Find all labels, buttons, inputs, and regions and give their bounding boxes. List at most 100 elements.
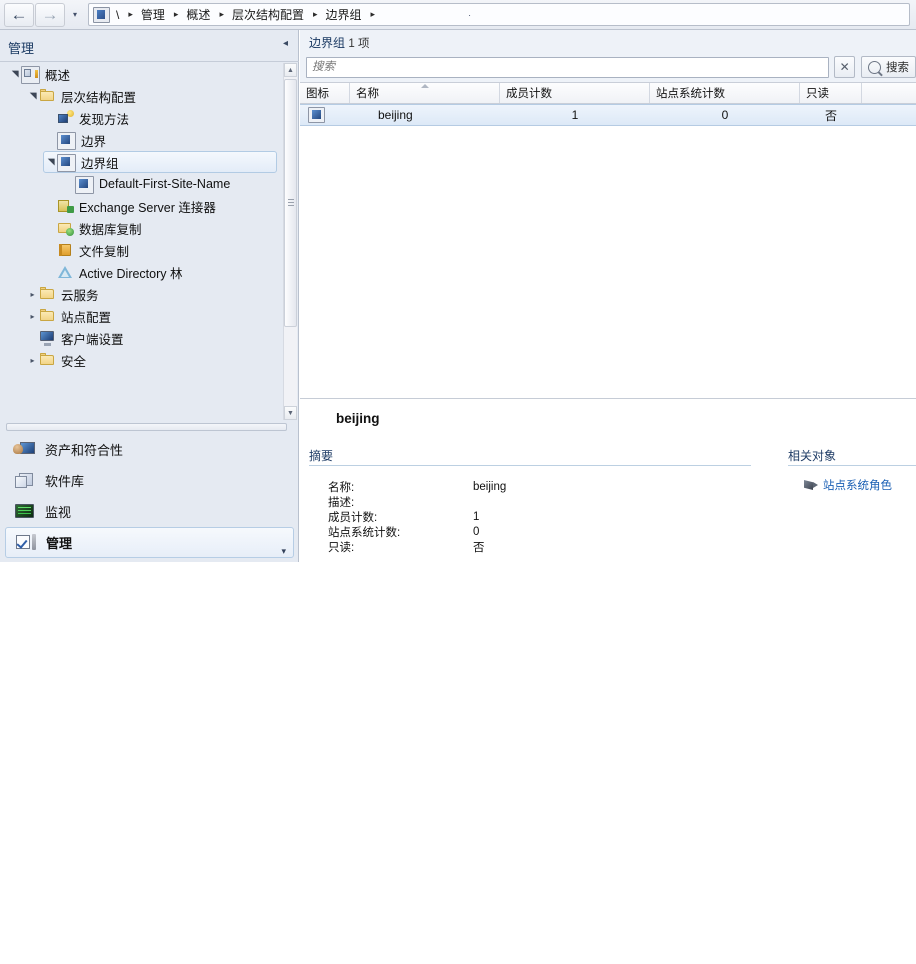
file-replication-icon: [57, 242, 74, 258]
breadcrumb-item-4[interactable]: 边界组: [325, 6, 363, 23]
tree-item-2[interactable]: 发现方法: [44, 107, 285, 129]
workspace-item-1[interactable]: 软件库: [5, 465, 294, 496]
clear-search-button[interactable]: ✕: [834, 56, 855, 78]
boundary-icon: [75, 175, 94, 194]
software-library-icon: [13, 470, 37, 492]
scroll-up-button[interactable]: ▲: [284, 63, 297, 77]
tree-item-0[interactable]: ◢ 概述: [8, 63, 285, 85]
table-cell-icon: [300, 105, 350, 125]
chevron-right-icon[interactable]: ▸: [26, 349, 39, 371]
table-column-header-0[interactable]: 图标: [300, 83, 350, 103]
table-column-header-3[interactable]: 站点系统计数: [650, 83, 800, 103]
ad-forest-icon: [57, 264, 74, 280]
workspace-item-0[interactable]: 资产和符合性: [5, 434, 294, 465]
breadcrumb[interactable]: \ ▸ 管理 ▸ 概述 ▸ 层次结构配置 ▸ 边界组 ▸ ·: [88, 3, 910, 26]
sort-ascending-icon: [420, 84, 429, 88]
table-row[interactable]: beijing 1 0 否: [300, 104, 916, 126]
boundary-group-icon: [57, 153, 76, 172]
tree-item-label: 站点配置: [61, 310, 112, 325]
tree-item-label: 概述: [45, 68, 71, 83]
site-system-role-icon: [804, 479, 818, 491]
search-input[interactable]: [306, 56, 830, 78]
tree-item-10[interactable]: ▸ 云服务: [26, 283, 285, 305]
tree-expander-placeholder: [44, 217, 57, 239]
scroll-down-button[interactable]: ▼: [284, 406, 297, 420]
breadcrumb-separator-4[interactable]: ▸: [371, 10, 376, 19]
tree-expander-placeholder: [26, 327, 39, 349]
list-title: 边界组 1 项: [309, 34, 369, 51]
search-button-label: 搜索: [886, 62, 909, 74]
boundary-group-icon: [308, 107, 325, 123]
chevron-right-icon[interactable]: ▸: [26, 305, 39, 327]
tree-expander-placeholder: [44, 129, 57, 151]
discovery-icon: [57, 110, 74, 126]
boundary-icon: [57, 131, 76, 150]
sidebar: 管理 ◂ ◢ 概述 ◢ 层次结构配置 发现方法边界 ◢ 边界组 Default-First-S…: [0, 30, 299, 562]
search-button[interactable]: 搜索: [861, 56, 916, 78]
tree-item-7[interactable]: 数据库复制: [44, 217, 285, 239]
breadcrumb-item-1[interactable]: 管理: [140, 6, 166, 23]
sidebar-title: 管理: [8, 41, 35, 56]
detail-field-row: 成员计数: 1: [328, 509, 506, 524]
overview-icon: [21, 65, 40, 84]
chevron-right-icon[interactable]: ▸: [26, 283, 39, 305]
tree-item-1[interactable]: ◢ 层次结构配置: [26, 85, 285, 107]
list-item-count: 1 项: [348, 38, 370, 50]
tree-item-11[interactable]: ▸ 站点配置: [26, 305, 285, 327]
tree-item-label: 云服务: [61, 288, 99, 303]
table-body: beijing 1 0 否: [300, 104, 916, 126]
forward-button[interactable]: →: [35, 2, 65, 27]
tree-item-9[interactable]: Active Directory 林: [44, 261, 285, 283]
breadcrumb-item-3[interactable]: 层次结构配置: [231, 6, 305, 23]
tree-item-13[interactable]: ▸ 安全: [26, 349, 285, 371]
breadcrumb-separator-0[interactable]: ▸: [128, 10, 133, 19]
tree-item-8[interactable]: 文件复制: [44, 239, 285, 261]
breadcrumb-separator-3[interactable]: ▸: [313, 10, 318, 19]
folder-icon: [39, 286, 56, 302]
related-link-site-system-role[interactable]: 站点系统角色: [804, 477, 892, 493]
monitoring-icon: [13, 501, 37, 523]
breadcrumb-item-0[interactable]: \: [115, 8, 120, 22]
detail-field-value: 0: [473, 525, 480, 538]
table-column-header-4[interactable]: 只读: [800, 83, 862, 103]
list-title-text: 边界组: [309, 36, 346, 50]
tree-item-4[interactable]: ◢ 边界组: [43, 151, 277, 173]
table-column-header-label: 名称: [356, 88, 379, 100]
detail-field-row: 只读: 否: [328, 539, 506, 554]
folder-icon: [39, 88, 56, 104]
search-icon: [868, 60, 881, 74]
tree-item-3[interactable]: 边界: [44, 129, 285, 151]
table-column-header-2[interactable]: 成员计数: [500, 83, 650, 103]
table-header-row: 图标 名称 成员计数 站点系统计数 只读: [300, 82, 916, 104]
tree-item-label: Exchange Server 连接器: [79, 200, 216, 215]
tree-expander-placeholder: [44, 107, 57, 129]
detail-summary-rule: [309, 465, 751, 466]
table-cell-name: beijing: [378, 108, 413, 122]
tree-item-6[interactable]: Exchange Server 连接器: [44, 195, 285, 217]
history-dropdown-button[interactable]: ▾: [67, 3, 83, 27]
table-column-header-1[interactable]: 名称: [350, 83, 500, 103]
exchange-icon: [57, 198, 74, 214]
detail-title: beijing: [336, 411, 380, 426]
db-replication-icon: [57, 220, 74, 236]
scrollbar-thumb[interactable]: [284, 79, 297, 327]
workspace-item-2[interactable]: 监视: [5, 496, 294, 527]
tree-item-label: 层次结构配置: [61, 90, 137, 105]
workspace-item-3[interactable]: 管理: [5, 527, 294, 558]
sidebar-scrollbar[interactable]: ▲ ▼: [283, 63, 297, 420]
collapse-pane-icon[interactable]: ◂: [283, 39, 288, 49]
tree-item-12[interactable]: 客户端设置: [26, 327, 285, 349]
breadcrumb-separator-2[interactable]: ▸: [219, 10, 224, 19]
tree-item-5[interactable]: Default-First-Site-Name: [62, 173, 285, 195]
application-window: ← → ▾ \ ▸ 管理 ▸ 概述 ▸ 层次结构配置 ▸ 边界组 ▸ · 管理 …: [0, 0, 916, 562]
assets-compliance-icon: [13, 439, 37, 461]
tree-item-label: Active Directory 林: [79, 266, 183, 281]
back-button[interactable]: ←: [4, 2, 34, 27]
breadcrumb-separator-1[interactable]: ▸: [174, 10, 179, 19]
table-column-header-label: 站点系统计数: [656, 88, 725, 100]
tree-item-label: 文件复制: [79, 244, 130, 259]
sidebar-horizontal-scrollbar[interactable]: [6, 423, 287, 431]
tree-item-label: 边界: [81, 134, 107, 149]
workspace-more-icon[interactable]: ▾: [281, 546, 286, 557]
breadcrumb-item-2[interactable]: 概述: [185, 6, 211, 23]
